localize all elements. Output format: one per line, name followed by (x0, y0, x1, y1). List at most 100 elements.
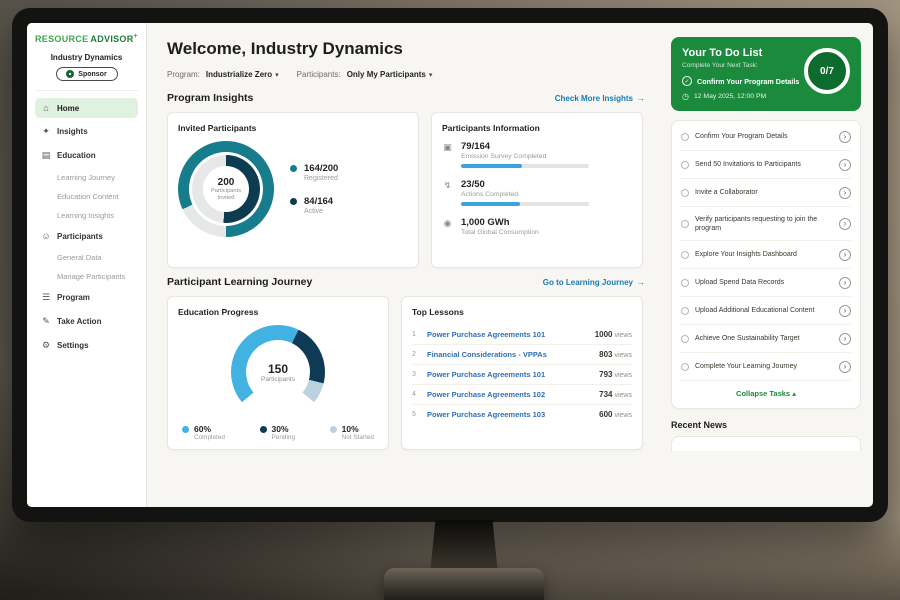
chevron-down-icon: ▾ (275, 71, 279, 79)
lesson-link[interactable]: Power Purchase Agreements 103 (427, 410, 593, 419)
task-row[interactable]: Explore Your Insights Dashboard › (681, 241, 851, 269)
task-checkbox[interactable] (681, 133, 689, 141)
sidebar-item-label: Manage Participants (57, 272, 125, 281)
stat-row: ▣ 79/164 Emission Survey Completed (442, 141, 632, 168)
sidebar-item[interactable]: ✎ Take Action (35, 311, 138, 332)
legend-value: 30% (272, 424, 295, 434)
sidebar-item-label: Settings (57, 341, 89, 350)
sidebar-item[interactable]: ✦ Insights (35, 121, 138, 142)
task-list-card: Confirm Your Program Details › Send 50 I… (671, 120, 861, 409)
sidebar-item-label: Learning Insights (57, 211, 114, 220)
task-label: Verify participants requesting to join t… (695, 215, 833, 233)
sidebar-item[interactable]: Learning Journey (35, 169, 138, 185)
sidebar-item[interactable]: ☺ Participants (35, 226, 138, 246)
sidebar-item[interactable]: ⌂ Home (35, 98, 138, 118)
recent-news-card (671, 436, 861, 451)
program-filter-label: Program: (167, 70, 200, 79)
sidebar-item[interactable]: ☰ Program (35, 287, 138, 308)
sidebar-item[interactable]: Manage Participants (35, 268, 138, 284)
card-title: Invited Participants (178, 123, 408, 133)
sidebar-item[interactable]: Learning Insights (35, 207, 138, 223)
chevron-right-icon[interactable]: › (839, 131, 851, 143)
monitor-stand-base (384, 568, 544, 600)
task-checkbox[interactable] (681, 363, 689, 371)
task-checkbox[interactable] (681, 307, 689, 315)
lesson-views: 803views (599, 350, 632, 359)
chevron-right-icon[interactable]: › (839, 249, 851, 261)
progress-bar (461, 202, 589, 206)
sponsor-badge[interactable]: Sponsor (56, 67, 118, 81)
lesson-link[interactable]: Financial Considerations - VPPAs (427, 350, 593, 359)
desk-background: RESOURCEADVISOR+ Industry Dynamics Spons… (0, 0, 900, 600)
check-more-insights-link[interactable]: Check More Insights → (555, 94, 645, 103)
participants-filter-label: Participants: (297, 70, 341, 79)
task-checkbox[interactable] (681, 279, 689, 287)
chevron-right-icon[interactable]: › (839, 187, 851, 199)
stat-icon: ↯ (442, 180, 453, 206)
chevron-right-icon[interactable]: › (839, 218, 851, 230)
sponsor-icon (66, 70, 74, 78)
stat-value: 79/164 (461, 141, 589, 152)
task-label: Complete Your Learning Journey (695, 362, 833, 371)
sidebar-item-label: Education (57, 151, 96, 160)
task-row[interactable]: Confirm Your Program Details › (681, 123, 851, 151)
sidebar-item-label: Education Content (57, 192, 119, 201)
invited-participants-card: Invited Participants 200 Participants In… (167, 112, 419, 268)
stat-label: Emission Survey Completed (461, 153, 589, 160)
donut-legend: 164/200 Registered 84/164 Active (290, 163, 338, 215)
chevron-up-icon: ▴ (792, 389, 796, 398)
monitor-stand-neck (430, 520, 498, 574)
legend-value: 164/200 (304, 163, 338, 174)
todo-progress-value: 0/7 (820, 66, 834, 77)
chevron-right-icon[interactable]: › (839, 159, 851, 171)
task-label: Send 50 Invitations to Participants (695, 160, 833, 169)
legend-label: Active (304, 208, 338, 215)
participants-information-card: Participants Information ▣ 79/164 Emissi… (431, 112, 643, 268)
chevron-right-icon[interactable]: › (839, 277, 851, 289)
task-row[interactable]: Upload Additional Educational Content › (681, 297, 851, 325)
sidebar-item[interactable]: Education Content (35, 188, 138, 204)
lesson-row: 4 Power Purchase Agreements 102 734views (412, 385, 632, 405)
lesson-link[interactable]: Power Purchase Agreements 101 (427, 370, 593, 379)
legend-item: 10% Not Started (330, 424, 374, 441)
task-checkbox[interactable] (681, 189, 689, 197)
sidebar-item-icon: ✦ (41, 126, 51, 137)
legend-value: 60% (194, 424, 225, 434)
lesson-link[interactable]: Power Purchase Agreements 102 (427, 390, 593, 399)
sidebar-item-icon: ▤ (41, 150, 51, 161)
task-checkbox[interactable] (681, 251, 689, 259)
donut-center: 200 Participants Invited (203, 166, 249, 212)
legend-dot (290, 198, 297, 205)
sidebar-item[interactable]: General Data (35, 249, 138, 265)
task-checkbox[interactable] (681, 161, 689, 169)
chevron-right-icon[interactable]: › (839, 305, 851, 317)
participants-select[interactable]: Only My Participants ▾ (347, 70, 433, 79)
task-row[interactable]: Complete Your Learning Journey › (681, 353, 851, 381)
task-checkbox[interactable] (681, 220, 689, 228)
learning-cards-row: Education Progress 150 Participants (167, 296, 645, 450)
task-row[interactable]: Verify participants requesting to join t… (681, 207, 851, 241)
screen: RESOURCEADVISOR+ Industry Dynamics Spons… (27, 23, 873, 507)
sidebar-item[interactable]: ▤ Education (35, 145, 138, 166)
task-row[interactable]: Upload Spend Data Records › (681, 269, 851, 297)
collapse-tasks-link[interactable]: Collapse Tasks ▴ (681, 381, 851, 402)
task-row[interactable]: Invite a Collaborator › (681, 179, 851, 207)
lesson-link[interactable]: Power Purchase Agreements 101 (427, 330, 589, 339)
page-title: Welcome, Industry Dynamics (167, 39, 645, 59)
program-select[interactable]: Industrialize Zero ▾ (206, 70, 279, 79)
task-row[interactable]: Send 50 Invitations to Participants › (681, 151, 851, 179)
chevron-right-icon[interactable]: › (839, 333, 851, 345)
chevron-right-icon[interactable]: › (839, 361, 851, 373)
task-checkbox[interactable] (681, 335, 689, 343)
chevron-down-icon: ▾ (429, 71, 433, 79)
sidebar-item-icon: ☰ (41, 292, 51, 303)
stat-row: ↯ 23/50 Actions Completed (442, 179, 632, 206)
sidebar-item-label: Learning Journey (57, 173, 115, 182)
sidebar-item-icon: ✎ (41, 316, 51, 327)
task-list: Confirm Your Program Details › Send 50 I… (681, 123, 851, 381)
task-row[interactable]: Achieve One Sustainability Target › (681, 325, 851, 353)
lesson-row: 2 Financial Considerations - VPPAs 803vi… (412, 345, 632, 365)
sidebar-item[interactable]: ⚙ Settings (35, 335, 138, 356)
go-to-learning-journey-link[interactable]: Go to Learning Journey → (543, 278, 645, 287)
lesson-row: 3 Power Purchase Agreements 101 793views (412, 365, 632, 385)
